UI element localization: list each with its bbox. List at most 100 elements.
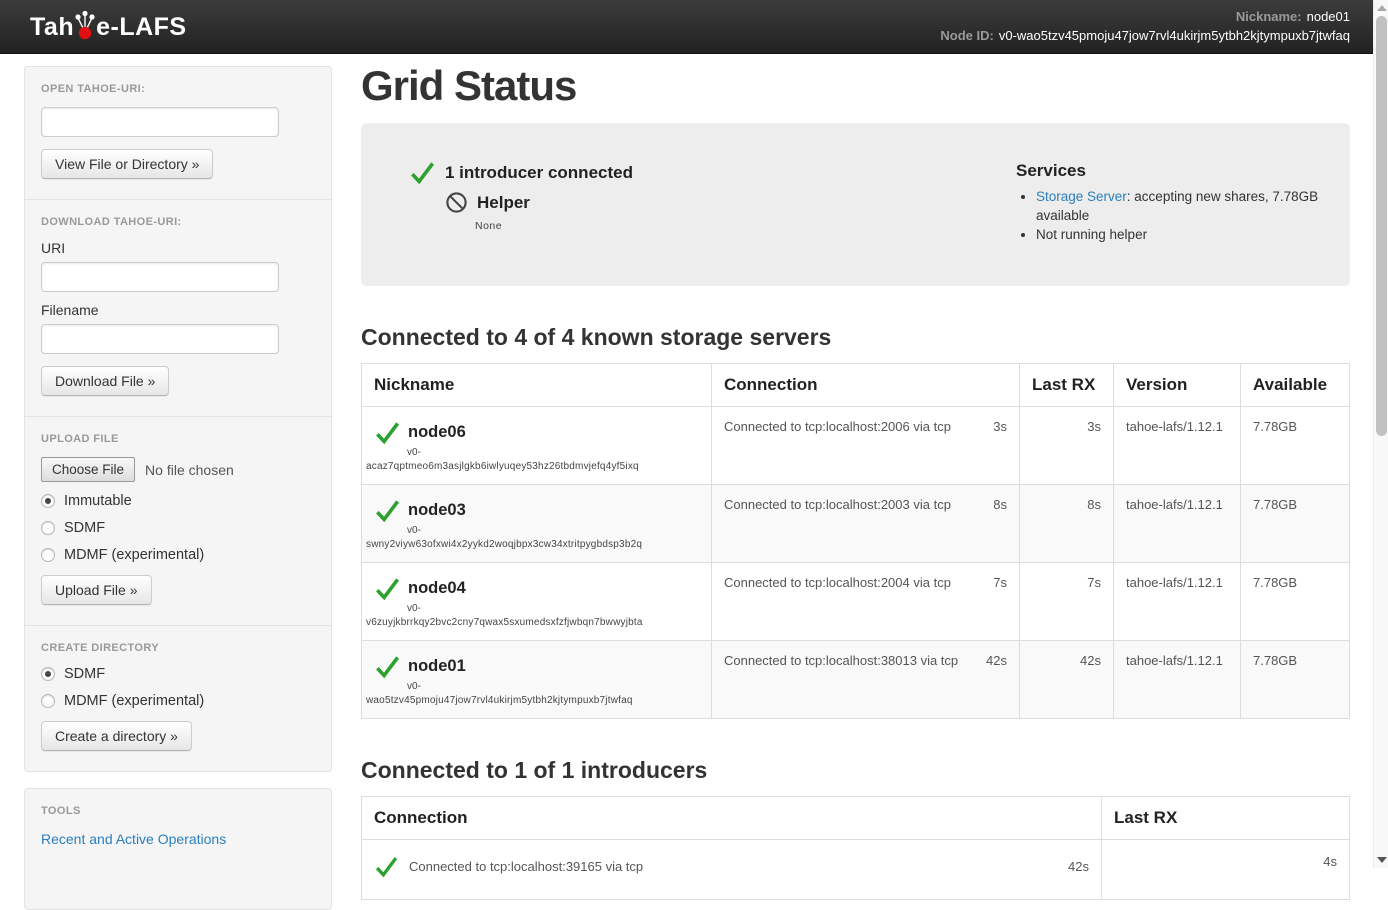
tools-panel: TOOLS Recent and Active Operations: [24, 788, 332, 910]
server-available: 7.78GB: [1241, 563, 1350, 641]
server-version: tahoe-lafs/1.12.1: [1114, 407, 1241, 485]
server-id-hash: acaz7qptmeo6m3asjlgkb6iwlyuqey53hz26tbdm…: [366, 461, 699, 472]
main-content: Grid Status 1 introducer connected Helpe…: [361, 54, 1350, 900]
tahoe-node-icon: [73, 9, 97, 41]
server-id-hash: wao5tzv45pmoju47jow7rvl4ukirjm5ytbh2kjty…: [366, 695, 699, 706]
scrollbar-thumb[interactable]: [1376, 16, 1387, 436]
server-connection: Connected to tcp:localhost:2006 via tcp: [724, 419, 951, 434]
nickname-label: Nickname:: [1236, 9, 1302, 24]
introducer-connection: Connected to tcp:localhost:39165 via tcp: [409, 859, 643, 874]
recent-operations-link[interactable]: Recent and Active Operations: [41, 831, 226, 847]
server-available: 7.78GB: [1241, 407, 1350, 485]
col-intro-connection: Connection: [362, 797, 1102, 840]
radio-immutable-label: Immutable: [64, 493, 132, 509]
upload-format-sdmf[interactable]: SDMF: [41, 520, 315, 536]
col-version: Version: [1114, 364, 1241, 407]
server-id-hash: swny2viyw63ofxwi4x2yykd2woqjbpx3cw34xtri…: [366, 539, 699, 550]
upload-file-section: UPLOAD FILE Choose File No file chosen I…: [25, 417, 331, 626]
helper-none-value: None: [475, 220, 1016, 232]
logo-text-post: e-LAFS: [96, 13, 187, 42]
server-nickname: node01: [408, 657, 466, 676]
upload-format-immutable[interactable]: Immutable: [41, 493, 315, 509]
radio-upload-sdmf-label: SDMF: [64, 520, 105, 536]
radio-mkdir-sdmf[interactable]: [41, 667, 55, 681]
storage-servers-heading: Connected to 4 of 4 known storage server…: [361, 324, 1350, 351]
server-connected-since: 3s: [993, 419, 1007, 434]
scroll-up-arrow-icon[interactable]: [1377, 5, 1387, 11]
server-id-prefix: v0-: [407, 447, 699, 458]
server-id-prefix: v0-: [407, 603, 699, 614]
col-available: Available: [1241, 364, 1350, 407]
introducer-status-line: 1 introducer connected: [409, 159, 1016, 186]
open-uri-input[interactable]: [41, 107, 279, 137]
server-last-rx: 7s: [1020, 563, 1114, 641]
radio-mkdir-mdmf[interactable]: [41, 694, 55, 708]
check-icon: [374, 854, 399, 879]
uri-field-label: URI: [41, 240, 315, 256]
server-id-prefix: v0-: [407, 681, 699, 692]
download-uri-input[interactable]: [41, 262, 279, 292]
nickname-value: node01: [1307, 9, 1350, 24]
server-connection: Connected to tcp:localhost:2004 via tcp: [724, 575, 951, 590]
node-info: Nickname: node01 Node ID: v0-wao5tzv45pmoj…: [940, 7, 1350, 45]
choose-file-button[interactable]: Choose File: [41, 457, 135, 482]
create-directory-button[interactable]: Create a directory »: [41, 721, 192, 751]
upload-file-button[interactable]: Upload File »: [41, 575, 152, 605]
introducer-connected-since: 42s: [1068, 859, 1089, 874]
filename-field-label: Filename: [41, 302, 315, 318]
introducers-table-header-row: Connection Last RX: [362, 797, 1350, 840]
scroll-down-arrow-icon[interactable]: [1377, 857, 1387, 863]
server-connected-since: 7s: [993, 575, 1007, 590]
top-header: Tah e-LAFS Nickname: node01 Node ID: v0-wa…: [0, 0, 1388, 54]
sidebar-forms-panel: OPEN TAHOE-URI: View File or Directory »…: [24, 66, 332, 772]
download-file-button[interactable]: Download File »: [41, 366, 169, 396]
upload-format-mdmf[interactable]: MDMF (experimental): [41, 547, 315, 563]
services-title: Services: [1016, 161, 1320, 181]
radio-upload-mdmf[interactable]: [41, 548, 55, 562]
check-icon: [374, 653, 401, 680]
download-filename-input[interactable]: [41, 324, 279, 354]
vertical-scrollbar[interactable]: [1373, 0, 1388, 868]
page-title: Grid Status: [361, 62, 1350, 110]
helper-status-text: Helper: [477, 193, 530, 213]
server-nickname: node04: [408, 579, 466, 598]
create-directory-section: CREATE DIRECTORY SDMF MDMF (experimental…: [25, 626, 331, 771]
server-last-rx: 8s: [1020, 485, 1114, 563]
view-file-button[interactable]: View File or Directory »: [41, 149, 213, 179]
col-connection: Connection: [712, 364, 1020, 407]
col-intro-last-rx: Last RX: [1102, 797, 1350, 840]
radio-upload-mdmf-label: MDMF (experimental): [64, 547, 204, 563]
server-available: 7.78GB: [1241, 641, 1350, 719]
connection-statuses: 1 introducer connected Helper None: [409, 159, 1016, 286]
download-uri-label: DOWNLOAD TAHOE-URI:: [41, 216, 315, 228]
radio-immutable[interactable]: [41, 494, 55, 508]
check-icon: [409, 159, 436, 186]
storage-server-link[interactable]: Storage Server: [1036, 189, 1127, 204]
radio-upload-sdmf[interactable]: [41, 521, 55, 535]
server-nickname: node03: [408, 501, 466, 520]
storage-servers-table: Nickname Connection Last RX Version Avai…: [361, 363, 1350, 719]
open-uri-section: OPEN TAHOE-URI: View File or Directory »: [25, 67, 331, 200]
download-uri-section: DOWNLOAD TAHOE-URI: URI Filename Downloa…: [25, 200, 331, 417]
server-connected-since: 8s: [993, 497, 1007, 512]
node-id-value: v0-wao5tzv45pmoju47jow7rvl4ukirjm5ytbh2k…: [999, 28, 1350, 43]
introducers-table: Connection Last RX Connected to tcp:loca…: [361, 796, 1350, 900]
helper-service-status: Not running helper: [1036, 227, 1147, 242]
server-last-rx: 3s: [1020, 407, 1114, 485]
mkdir-format-sdmf[interactable]: SDMF: [41, 666, 315, 682]
mkdir-format-mdmf[interactable]: MDMF (experimental): [41, 693, 315, 709]
col-nickname: Nickname: [362, 364, 712, 407]
services-block: Services Storage Server: accepting new s…: [1016, 159, 1320, 286]
server-version: tahoe-lafs/1.12.1: [1114, 563, 1241, 641]
logo-text-pre: Tah: [30, 13, 74, 42]
table-row: Connected to tcp:localhost:39165 via tcp…: [362, 840, 1350, 900]
check-icon: [374, 497, 401, 524]
server-id-prefix: v0-: [407, 525, 699, 536]
service-storage-item: Storage Server: accepting new shares, 7.…: [1036, 187, 1320, 225]
create-directory-label: CREATE DIRECTORY: [41, 642, 315, 654]
introducer-last-rx: 4s: [1102, 840, 1350, 900]
check-icon: [374, 419, 401, 446]
table-row: node03 v0- swny2viyw63ofxwi4x2yykd2woqjb…: [362, 485, 1350, 563]
server-connection: Connected to tcp:localhost:2003 via tcp: [724, 497, 951, 512]
node-id-label: Node ID:: [940, 28, 993, 43]
